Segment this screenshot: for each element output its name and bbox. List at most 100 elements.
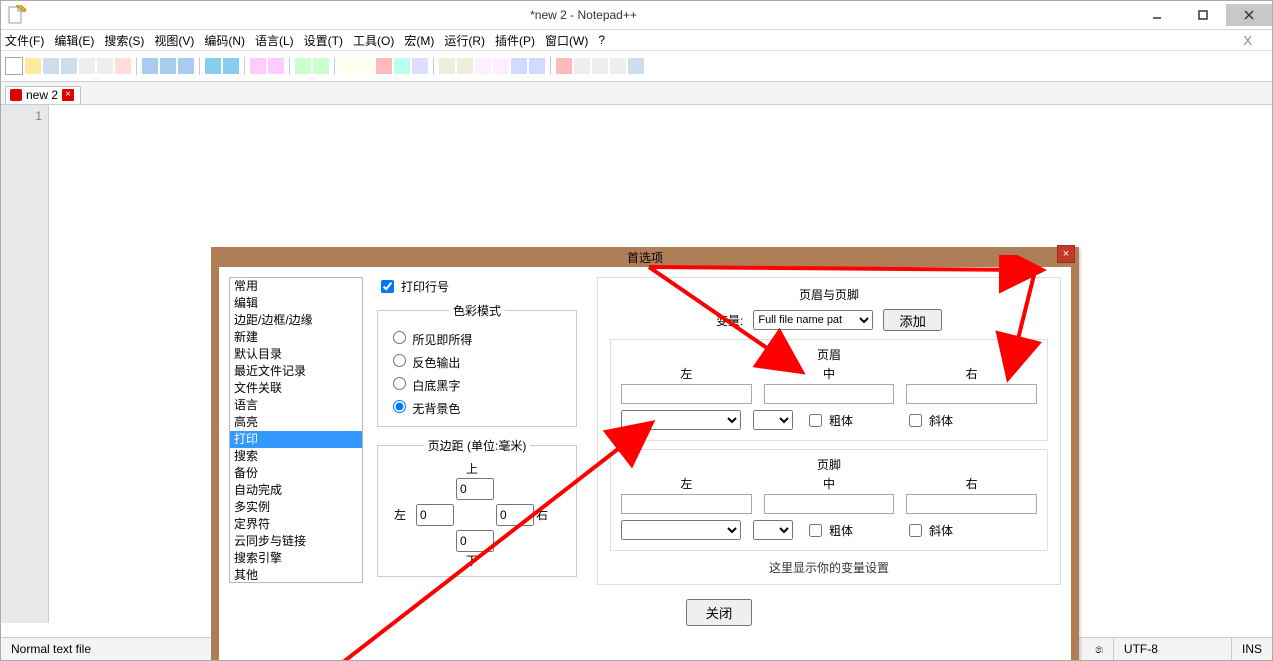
cat-backup[interactable]: 备份 — [230, 465, 362, 482]
hdr-bold-checkbox[interactable]: 粗体 — [805, 411, 853, 430]
cat-general[interactable]: 常用 — [230, 278, 362, 295]
ftr-italic-checkbox[interactable]: 斜体 — [905, 521, 953, 540]
cm-invert[interactable]: 反色输出 — [388, 351, 566, 371]
menu-run[interactable]: 运行(R) — [444, 32, 485, 49]
cat-margins[interactable]: 边距/边框/边缘 — [230, 312, 362, 329]
tb-print-icon[interactable] — [115, 58, 131, 74]
cat-multiinst[interactable]: 多实例 — [230, 499, 362, 516]
tb-replace-icon[interactable] — [268, 58, 284, 74]
menu-help[interactable]: ? — [598, 33, 605, 47]
tb-uncomment-icon[interactable] — [529, 58, 545, 74]
add-button[interactable]: 添加 — [883, 309, 942, 331]
cat-autocomplete[interactable]: 自动完成 — [230, 482, 362, 499]
ftr-bold-checkbox[interactable]: 粗体 — [805, 521, 853, 540]
tb-allchars-icon[interactable] — [376, 58, 392, 74]
margin-bottom-input[interactable] — [456, 530, 494, 552]
tb-cut-icon[interactable] — [142, 58, 158, 74]
tb-savemacro-icon[interactable] — [628, 58, 644, 74]
tb-playmulti-icon[interactable] — [610, 58, 626, 74]
tb-doc-icon[interactable] — [475, 58, 491, 74]
cat-fileassoc[interactable]: 文件关联 — [230, 380, 362, 397]
margin-right-input[interactable] — [496, 504, 534, 526]
footer-group: 页脚 左 中 右 粗体 — [610, 449, 1048, 551]
close-button[interactable] — [1226, 4, 1272, 26]
tb-sync-icon[interactable] — [340, 58, 356, 74]
tab-close-icon[interactable]: × — [62, 89, 74, 101]
variable-select[interactable]: Full file name pat — [753, 310, 873, 330]
cat-defaultdir[interactable]: 默认目录 — [230, 346, 362, 363]
menu-window[interactable]: 窗口(W) — [545, 32, 588, 49]
hdr-size-select[interactable] — [753, 410, 793, 430]
dialog-close-btn[interactable]: 关闭 — [686, 599, 753, 626]
menu-tools[interactable]: 工具(O) — [353, 32, 394, 49]
tb-find-icon[interactable] — [250, 58, 266, 74]
tb-record-icon[interactable] — [556, 58, 572, 74]
cat-newdoc[interactable]: 新建 — [230, 329, 362, 346]
tb-close-icon[interactable] — [79, 58, 95, 74]
maximize-button[interactable] — [1180, 4, 1226, 26]
tb-indent-icon[interactable] — [394, 58, 410, 74]
tb-new-icon[interactable] — [5, 57, 23, 75]
tb-undo-icon[interactable] — [205, 58, 221, 74]
ftr-font-select[interactable] — [621, 520, 741, 540]
variable-hint: 这里显示你的变量设置 — [610, 559, 1048, 576]
margin-left-input[interactable] — [416, 504, 454, 526]
menu-edit[interactable]: 编辑(E) — [54, 32, 94, 49]
tb-closeall-icon[interactable] — [97, 58, 113, 74]
header-group: 页眉 左 中 右 粗体 — [610, 339, 1048, 441]
hdr-font-select[interactable] — [621, 410, 741, 430]
hdr-center-input[interactable] — [764, 384, 895, 404]
menu-encoding[interactable]: 编码(N) — [204, 32, 245, 49]
tb-zoomout-icon[interactable] — [313, 58, 329, 74]
tb-userlang-icon[interactable] — [412, 58, 428, 74]
tb-zoomin-icon[interactable] — [295, 58, 311, 74]
margin-top-input[interactable] — [456, 478, 494, 500]
cat-print[interactable]: 打印 — [230, 431, 362, 448]
category-list[interactable]: 常用 编辑 边距/边框/边缘 新建 默认目录 最近文件记录 文件关联 语言 高亮… — [229, 277, 363, 583]
tb-open-icon[interactable] — [25, 58, 41, 74]
ftr-center-input[interactable] — [764, 494, 895, 514]
tb-funclist-icon[interactable] — [493, 58, 509, 74]
hdr-right-input[interactable] — [906, 384, 1037, 404]
minimize-button[interactable] — [1134, 4, 1180, 26]
menu-language[interactable]: 语言(L) — [255, 32, 294, 49]
cm-blackwhite[interactable]: 白底黑字 — [388, 374, 566, 394]
cat-searchengine[interactable]: 搜索引擎 — [230, 550, 362, 567]
tb-saveall-icon[interactable] — [61, 58, 77, 74]
cat-edit[interactable]: 编辑 — [230, 295, 362, 312]
menubar-close-icon[interactable]: X — [1237, 33, 1258, 48]
tb-wrap-icon[interactable] — [358, 58, 374, 74]
tb-save-icon[interactable] — [43, 58, 59, 74]
tb-paste-icon[interactable] — [178, 58, 194, 74]
cat-highlight[interactable]: 高亮 — [230, 414, 362, 431]
cat-delimiter[interactable]: 定界符 — [230, 516, 362, 533]
menu-file[interactable]: 文件(F) — [5, 32, 44, 49]
menu-search[interactable]: 搜索(S) — [104, 32, 144, 49]
ftr-left-input[interactable] — [621, 494, 752, 514]
hdr-left-input[interactable] — [621, 384, 752, 404]
tb-stop-icon[interactable] — [574, 58, 590, 74]
tb-fold-icon[interactable] — [439, 58, 455, 74]
cat-cloud[interactable]: 云同步与链接 — [230, 533, 362, 550]
tb-unfold-icon[interactable] — [457, 58, 473, 74]
tb-play-icon[interactable] — [592, 58, 608, 74]
ftr-right-input[interactable] — [906, 494, 1037, 514]
dialog-close-button[interactable]: × — [1057, 245, 1075, 263]
menu-view[interactable]: 视图(V) — [154, 32, 194, 49]
cat-misc[interactable]: 其他 — [230, 567, 362, 583]
ftr-size-select[interactable] — [753, 520, 793, 540]
menu-plugins[interactable]: 插件(P) — [495, 32, 535, 49]
tb-copy-icon[interactable] — [160, 58, 176, 74]
menu-settings[interactable]: 设置(T) — [304, 32, 343, 49]
cat-search[interactable]: 搜索 — [230, 448, 362, 465]
file-tab[interactable]: new 2 × — [5, 86, 81, 104]
cat-language[interactable]: 语言 — [230, 397, 362, 414]
tb-comment-icon[interactable] — [511, 58, 527, 74]
tb-redo-icon[interactable] — [223, 58, 239, 74]
cm-nobg[interactable]: 无背景色 — [388, 397, 566, 417]
menu-macro[interactable]: 宏(M) — [404, 32, 434, 49]
cm-wysiwyg[interactable]: 所见即所得 — [388, 328, 566, 348]
cat-recent[interactable]: 最近文件记录 — [230, 363, 362, 380]
hdr-italic-checkbox[interactable]: 斜体 — [905, 411, 953, 430]
print-lineno-checkbox[interactable]: 打印行号 — [377, 277, 449, 296]
